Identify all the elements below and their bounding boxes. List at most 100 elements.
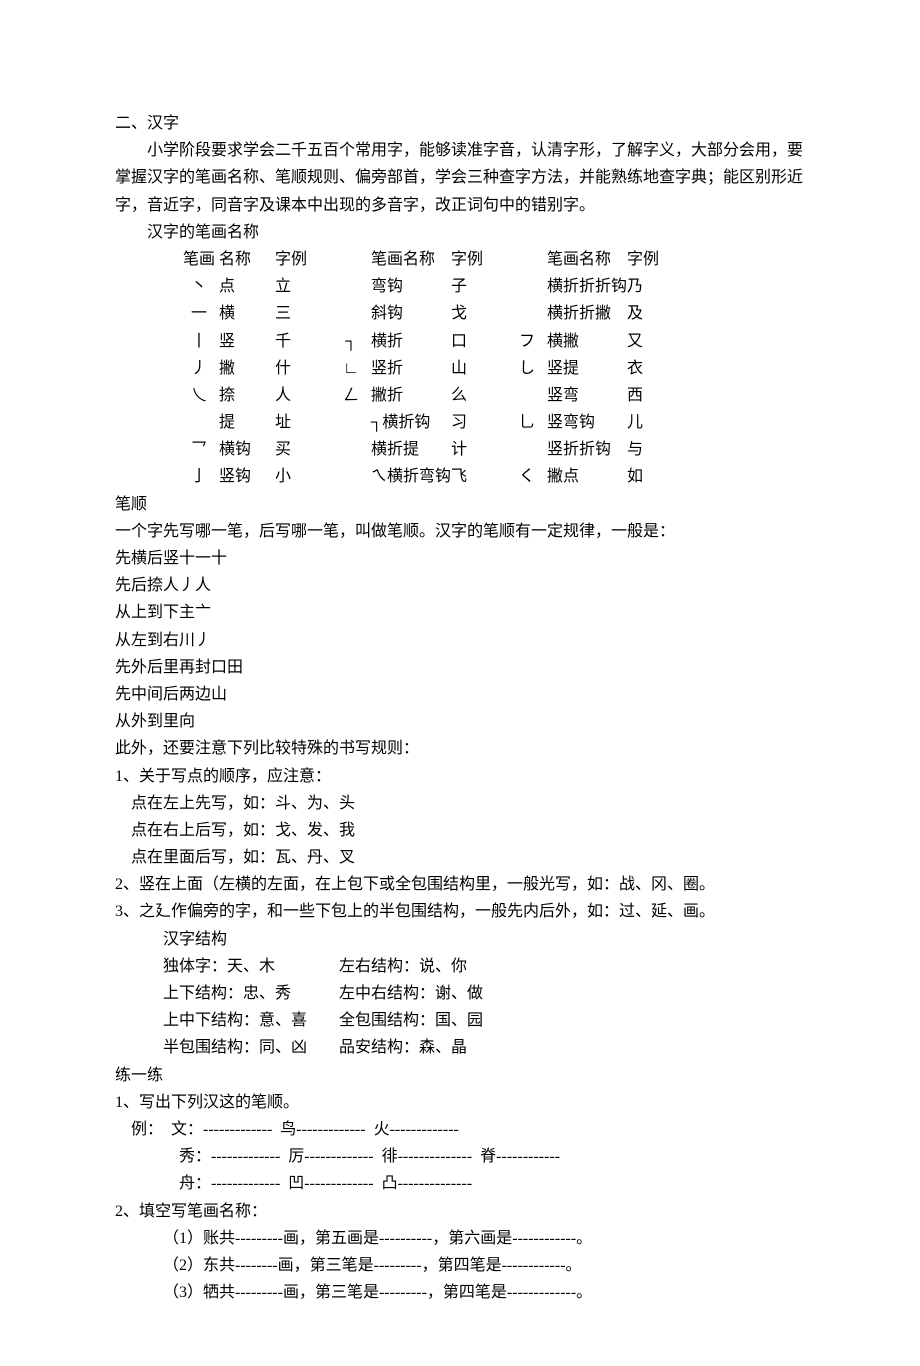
- stroke-symbol: ┐: [331, 328, 371, 355]
- stroke-name: 竖: [219, 328, 275, 355]
- stroke-example: 址: [275, 409, 331, 436]
- bishun-extra-intro: 此外，还要注意下列比较特殊的书写规则：: [115, 735, 805, 762]
- stroke-symbol: [331, 273, 371, 300]
- stroke-symbol: 丨: [179, 328, 219, 355]
- stroke-name: 横折: [371, 328, 451, 355]
- stroke-col: 弯钩子: [331, 273, 507, 300]
- stroke-col: 竖折折钩与: [507, 436, 667, 463]
- col-sym: 笔画: [179, 246, 219, 273]
- stroke-example: 人: [275, 382, 331, 409]
- stroke-row: 提址 ┐横折钩习乚竖弯钩儿: [179, 409, 805, 436]
- note1-item: 点在里面后写，如：瓦、丹、叉: [115, 844, 805, 871]
- col-ex: 字例: [451, 246, 507, 273]
- stroke-name: 横撇: [547, 328, 627, 355]
- bishun-rule: 先横后竖十一十: [115, 545, 805, 572]
- stroke-symbol: く: [507, 463, 547, 490]
- stroke-name: 竖弯钩: [547, 409, 627, 436]
- structure-cell: 左右结构：说、你: [339, 953, 531, 980]
- practice-item: 脊------------: [480, 1143, 560, 1170]
- stroke-example: 什: [275, 355, 331, 382]
- bishun-header: 笔顺: [115, 491, 805, 518]
- structure-cell: 上下结构：忠、秀: [163, 980, 339, 1007]
- stroke-example: 立: [275, 273, 331, 300]
- practice-q2-head: 2、填空写笔画名称：: [115, 1198, 805, 1225]
- stroke-name: 竖钩: [219, 463, 275, 490]
- stroke-example: 乃: [627, 273, 667, 300]
- stroke-col: 乛横钩买: [179, 436, 331, 463]
- note1-head: 1、关于写点的顺序，应注意：: [115, 763, 805, 790]
- stroke-example: 小: [275, 463, 331, 490]
- stroke-col: ㄥ撇折么: [331, 382, 507, 409]
- stroke-name: 弯钩: [371, 273, 451, 300]
- stroke-name: 斜钩: [371, 300, 451, 327]
- stroke-row: 乀捺人ㄥ撇折么竖弯西: [179, 382, 805, 409]
- stroke-example: 子: [451, 273, 507, 300]
- structure-cell: 上中下结构：意、喜: [163, 1007, 339, 1034]
- example-label: 例：: [131, 1116, 163, 1143]
- structure-row: 半包围结构：同、凶 品安结构：森、晶: [163, 1034, 805, 1061]
- stroke-name: ┐横折钩: [371, 409, 451, 436]
- stroke-col: 提址: [179, 409, 331, 436]
- stroke-symbol: [331, 436, 371, 463]
- practice-q2-item: （3）牺共---------画，第三笔是---------，第四笔是------…: [163, 1279, 805, 1306]
- col-name: 笔画名称: [371, 246, 451, 273]
- structure-cell: 半包围结构：同、凶: [163, 1034, 339, 1061]
- practice-line: 例： 文：------------- 鸟------------- 火-----…: [131, 1116, 805, 1143]
- stroke-symbol: [331, 300, 371, 327]
- stroke-row: 丨竖千┐横折口フ横撇又: [179, 328, 805, 355]
- stroke-table: 笔画 名称 字例 笔画名称 字例 笔画名称 字例 丶点立弯钩子横折折折钩乃一横三…: [179, 246, 805, 491]
- practice-item: 火-------------: [374, 1116, 459, 1143]
- intro-paragraph: 小学阶段要求学会二千五百个常用字，能够读准字音，认清字形，了解字义，大部分会用，…: [115, 137, 805, 219]
- bishun-rule: 从上到下主亠: [115, 599, 805, 626]
- stroke-col: 丿撇什: [179, 355, 331, 382]
- stroke-symbol: フ: [507, 328, 547, 355]
- structure-grid: 独体字：天、木 左右结构：说、你 上下结构：忠、秀 左中右结构：谢、做 上中下结…: [163, 953, 805, 1062]
- stroke-name: 横: [219, 300, 275, 327]
- stroke-name: 提: [219, 409, 275, 436]
- stroke-row: 乛横钩买横折提计竖折折钩与: [179, 436, 805, 463]
- stroke-name: 竖折折钩: [547, 436, 627, 463]
- stroke-example: 千: [275, 328, 331, 355]
- note2: 2、竖在上面（左横的左面，在上包下或全包围结构里，一般光写，如：战、冈、圈。: [115, 871, 805, 898]
- practice-q2-item: （2）东共--------画，第三笔是---------，第四笔是-------…: [163, 1252, 805, 1279]
- stroke-col: ∟竖折山: [331, 355, 507, 382]
- note1-item: 点在右上后写，如：戈、发、我: [115, 817, 805, 844]
- stroke-example: 买: [275, 436, 331, 463]
- stroke-col: 乚竖弯钩儿: [507, 409, 667, 436]
- stroke-symbol: ∟: [331, 355, 371, 382]
- stroke-example: 戈: [451, 300, 507, 327]
- stroke-symbol: ㄥ: [331, 382, 371, 409]
- col-sym: [507, 246, 547, 273]
- stroke-name: 捺: [219, 382, 275, 409]
- stroke-col: 横折提计: [331, 436, 507, 463]
- practice-q1-body: 例： 文：------------- 鸟------------- 火-----…: [131, 1116, 805, 1198]
- stroke-col: 一横三: [179, 300, 331, 327]
- structure-row: 独体字：天、木 左右结构：说、你: [163, 953, 805, 980]
- stroke-name: 点: [219, 273, 275, 300]
- practice-q2-item: （1）账共---------画，第五画是----------，第六画是-----…: [163, 1225, 805, 1252]
- stroke-symbol: 乛: [179, 436, 219, 463]
- bishun-rule: 从左到右川丿: [115, 627, 805, 654]
- stroke-col: ㄟ横折弯钩飞: [331, 463, 507, 490]
- practice-item: 凸--------------: [382, 1170, 473, 1197]
- stroke-row: 一横三斜钩戈横折折撇及: [179, 300, 805, 327]
- stroke-col: く撇点如: [507, 463, 667, 490]
- structure-row: 上下结构：忠、秀 左中右结构：谢、做: [163, 980, 805, 1007]
- stroke-symbol: 亅: [179, 463, 219, 490]
- stroke-col: 丨竖千: [179, 328, 331, 355]
- practice-item: 徘--------------: [382, 1143, 473, 1170]
- stroke-example: 山: [451, 355, 507, 382]
- stroke-example: 么: [451, 382, 507, 409]
- col-name: 名称: [219, 246, 275, 273]
- stroke-example: 与: [627, 436, 667, 463]
- stroke-name: 撇折: [371, 382, 451, 409]
- stroke-table-header: 笔画 名称 字例 笔画名称 字例 笔画名称 字例: [179, 246, 805, 273]
- stroke-symbol: [331, 409, 371, 436]
- stroke-example: 儿: [627, 409, 667, 436]
- col-sym: [331, 246, 371, 273]
- stroke-col: 斜钩戈: [331, 300, 507, 327]
- stroke-example: 习: [451, 409, 507, 436]
- stroke-col: 横折折折钩乃: [507, 273, 667, 300]
- stroke-col: 亅竖钩小: [179, 463, 331, 490]
- stroke-row: 丿撇什∟竖折山し竖提衣: [179, 355, 805, 382]
